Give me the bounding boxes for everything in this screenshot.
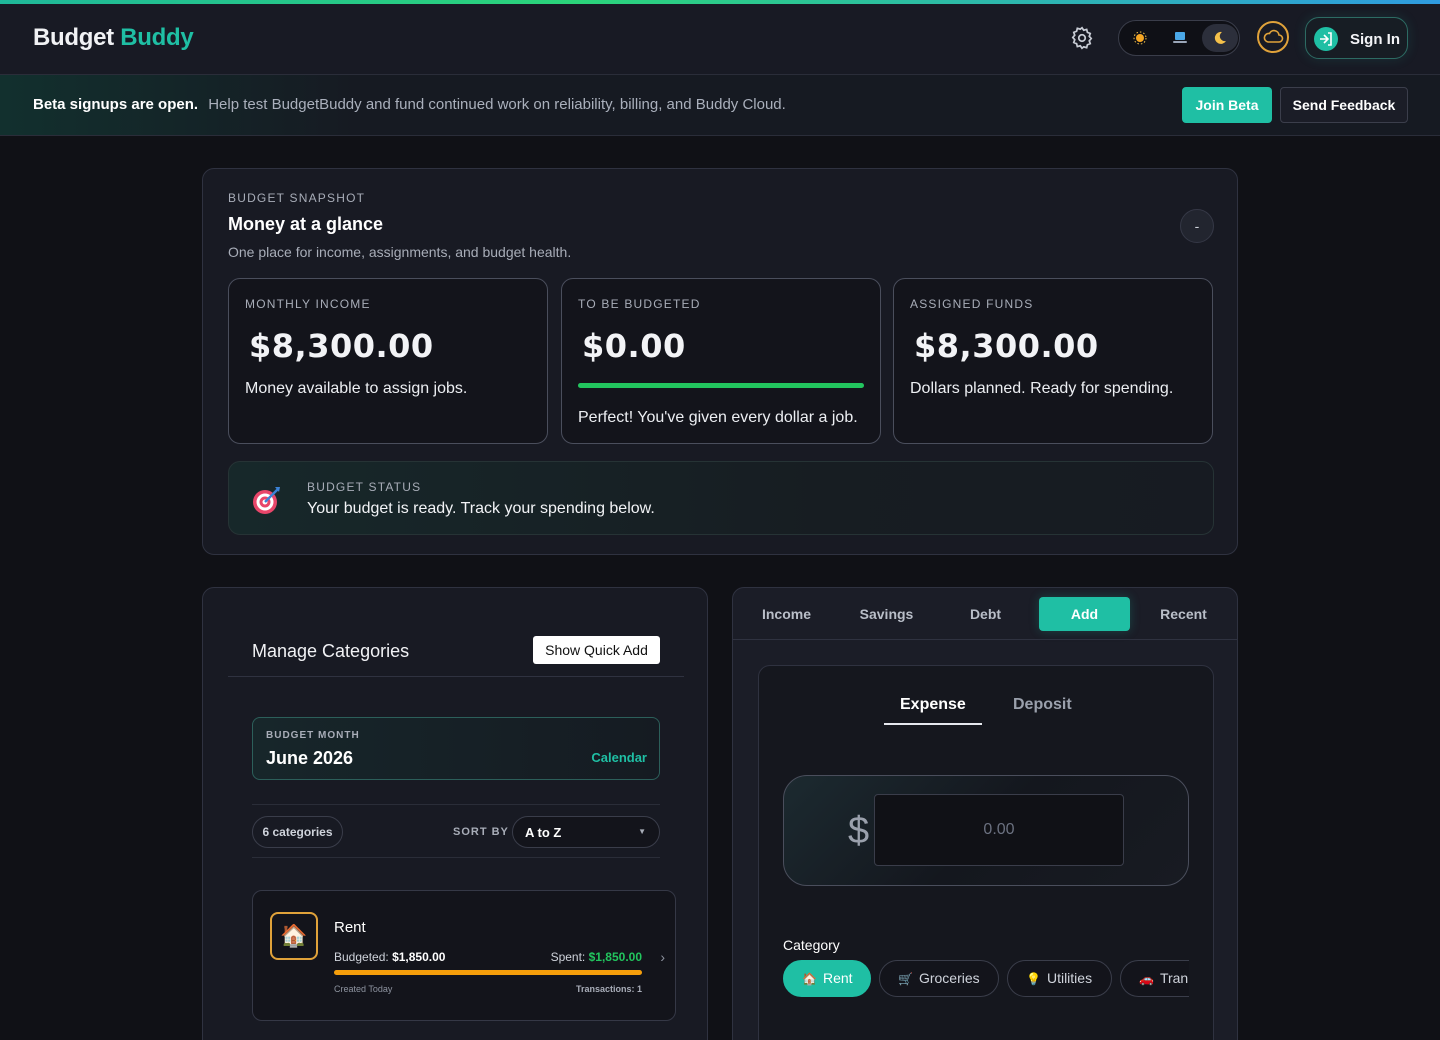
collapse-button[interactable]: - [1180,209,1214,243]
category-progress-bar [334,970,642,975]
stat-description: Perfect! You've given every dollar a job… [578,409,858,426]
beta-banner: Beta signups are open. Help test BudgetB… [0,75,1440,136]
amount-input[interactable] [874,794,1124,866]
cloud-icon[interactable] [1257,21,1289,53]
manage-categories-card: Manage Categories Show Quick Add BUDGET … [202,587,708,1040]
tab-debt[interactable]: Debt [940,597,1031,631]
tab-savings[interactable]: Savings [841,597,932,631]
budget-month-selector[interactable]: BUDGET MONTH June 2026 Calendar [252,717,660,780]
category-created: Created Today [334,984,393,994]
brand-logo[interactable]: Budget Buddy [33,24,194,52]
spent-value: $1,850.00 [588,950,642,964]
chip-label: Rent [822,970,853,986]
budget-snapshot-card: BUDGET SNAPSHOT Money at a glance One pl… [202,168,1238,555]
chevron-down-icon: ▼ [638,827,646,836]
progress-fill [578,383,864,388]
stat-description: Money available to assign jobs. [245,380,468,397]
chip-rent[interactable]: 🏠 Rent [783,960,871,997]
subtab-expense[interactable]: Expense [900,696,966,714]
category-budgeted: Budgeted: $1,850.00 [334,950,445,964]
budget-month-value: June 2026 [266,748,354,768]
budget-month-label: BUDGET MONTH [266,730,360,741]
amount-field-container: $ [783,775,1189,886]
progress-fill [334,970,642,975]
target-icon [251,484,283,516]
stat-label: ASSIGNED FUNDS [910,297,1034,311]
chip-label: Groceries [918,970,980,986]
chip-label: Tran [1159,970,1189,986]
add-transaction-form: Expense Deposit $ Category 🏠 Rent 🛒 Grocer… [758,665,1214,1040]
budgeted-value: $1,850.00 [392,950,446,964]
category-name: Rent [334,919,366,936]
status-label: BUDGET STATUS [307,480,422,494]
sort-by-label: SORT BY [453,826,509,838]
budget-progress-bar [578,383,864,388]
snapshot-subtitle: One place for income, assignments, and b… [228,244,572,260]
brand-name-part2: Buddy [120,24,194,51]
join-beta-button[interactable]: Join Beta [1182,87,1272,123]
category-chips: 🏠 Rent 🛒 Groceries 💡 Utilities 🚗 Tran [783,960,1189,1000]
currency-symbol: $ [848,810,870,852]
divider [252,804,660,805]
category-transactions: Transactions: 1 [575,984,642,994]
stat-label: TO BE BUDGETED [578,297,701,311]
category-card-rent[interactable]: 🏠 Rent Budgeted: $1,850.00 Spent: $1,850… [252,890,676,1021]
sun-icon[interactable] [1122,24,1158,52]
stat-monthly-income: MONTHLY INCOME $8,300.00 Money available… [228,278,548,444]
send-feedback-button[interactable]: Send Feedback [1280,87,1408,123]
calendar-link[interactable]: Calendar [591,750,647,765]
chip-utilities[interactable]: 💡 Utilities [1007,960,1112,997]
banner-message: Help test BudgetBuddy and fund continued… [208,96,786,113]
chip-groceries[interactable]: 🛒 Groceries [879,960,999,997]
house-icon: 🏠 [270,912,318,960]
lightbulb-icon: 💡 [1026,972,1041,986]
banner-text: Beta signups are open. Help test BudgetB… [33,96,786,113]
spent-label: Spent: [550,950,586,964]
tab-add[interactable]: Add [1039,597,1130,631]
app-header: Budget Buddy Sign In [0,4,1440,75]
chip-label: Utilities [1046,970,1093,986]
status-message: Your budget is ready. Track your spendin… [307,500,655,517]
subtab-deposit[interactable]: Deposit [1013,696,1072,714]
stat-assigned-funds: ASSIGNED FUNDS $8,300.00 Dollars planned… [893,278,1213,444]
laptop-icon[interactable] [1162,24,1198,52]
budget-status-banner: BUDGET STATUS Your budget is ready. Trac… [228,461,1214,535]
sort-select[interactable]: A to Z ▼ [512,816,660,848]
house-icon: 🏠 [802,972,817,986]
chip-transportation[interactable]: 🚗 Tran [1120,960,1189,997]
chevron-right-icon[interactable]: › [660,949,665,965]
snapshot-eyebrow: BUDGET SNAPSHOT [228,191,366,205]
stat-amount: $0.00 [582,327,686,365]
stat-label: MONTHLY INCOME [245,297,371,311]
tab-recent[interactable]: Recent [1138,597,1229,631]
category-count-badge: 6 categories [252,816,343,848]
divider [252,857,660,858]
show-quick-add-button[interactable]: Show Quick Add [533,636,660,664]
tab-income[interactable]: Income [741,597,832,631]
stat-to-be-budgeted: TO BE BUDGETED $0.00 Perfect! You've giv… [561,278,881,444]
budgeted-label: Budgeted: [334,950,389,964]
stat-amount: $8,300.00 [249,327,434,365]
sign-in-button[interactable]: Sign In [1305,17,1408,59]
category-label: Category [783,937,840,953]
moon-icon[interactable] [1202,24,1238,52]
sign-in-label: Sign In [1350,31,1400,48]
car-icon: 🚗 [1139,972,1154,986]
theme-switcher [1118,20,1240,56]
divider [228,676,684,677]
manage-categories-title: Manage Categories [252,641,410,661]
panel-tabs: Income Savings Debt Add Recent [733,588,1237,640]
stat-amount: $8,300.00 [914,327,1099,365]
sign-in-icon [1314,27,1338,51]
active-subtab-indicator [884,723,982,725]
cart-icon: 🛒 [898,972,913,986]
category-spent: Spent: $1,850.00 [551,950,642,964]
sort-value: A to Z [525,825,562,840]
banner-bold: Beta signups are open. [33,96,199,113]
snapshot-title: Money at a glance [228,214,384,234]
gear-icon[interactable] [1069,25,1095,51]
stat-description: Dollars planned. Ready for spending. [910,380,1174,397]
transaction-panel: Income Savings Debt Add Recent Expense D… [732,587,1238,1040]
brand-name-part1: Budget [33,24,114,51]
